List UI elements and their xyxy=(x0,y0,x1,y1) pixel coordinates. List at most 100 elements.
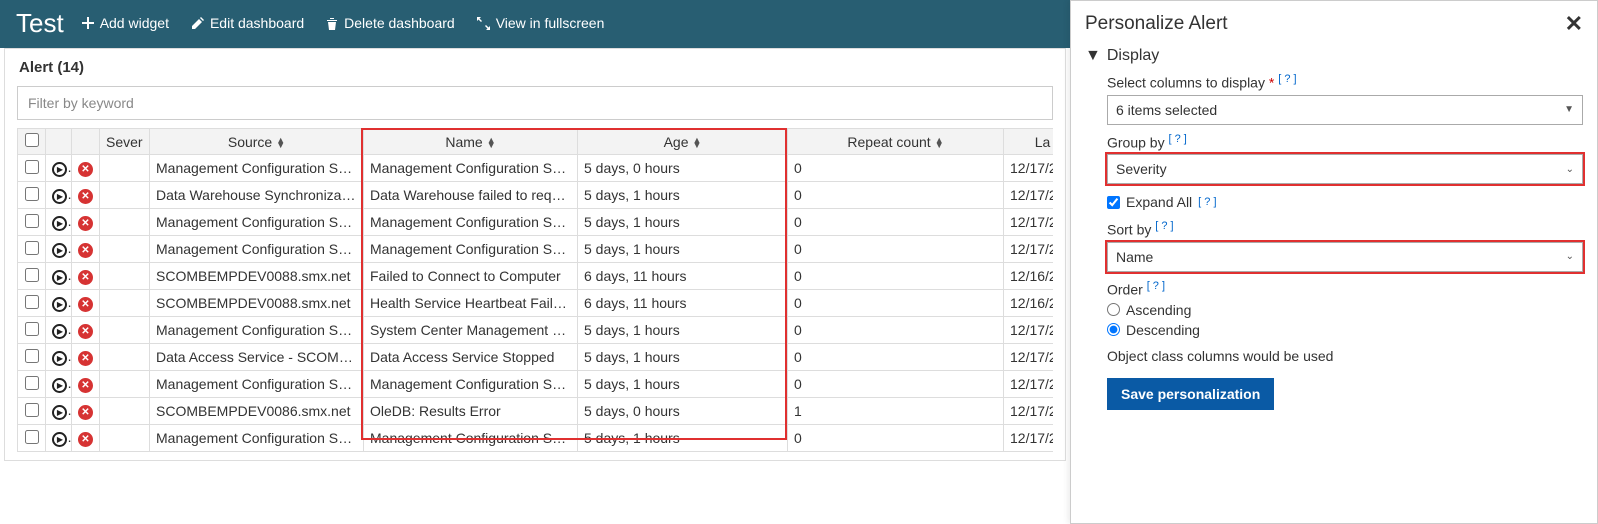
table-row[interactable]: ✕Management Configuration ServiceSystem … xyxy=(18,317,1054,344)
help-icon[interactable]: [ ? ] xyxy=(1168,133,1186,145)
table-row[interactable]: ✕SCOMBEMPDEV0088.smx.netHealth Service H… xyxy=(18,290,1054,317)
row-checkbox[interactable] xyxy=(25,187,39,201)
row-checkbox[interactable] xyxy=(25,160,39,174)
row-expand-cell[interactable] xyxy=(46,371,72,398)
order-desc-radio[interactable] xyxy=(1107,323,1120,336)
sort-icon: ▲▼ xyxy=(935,138,944,148)
row-age: 5 days, 1 hours xyxy=(578,371,788,398)
col-severity[interactable]: Sever xyxy=(100,129,150,155)
row-severity-blank xyxy=(100,209,150,236)
row-checkbox[interactable] xyxy=(25,376,39,390)
table-row[interactable]: ✕SCOMBEMPDEV0088.smx.netFailed to Connec… xyxy=(18,263,1054,290)
col-source[interactable]: Source▲▼ xyxy=(150,129,364,155)
table-row[interactable]: ✕Management Configuration ServiceManagem… xyxy=(18,209,1054,236)
group-by-dropdown[interactable]: Severity ⌄ xyxy=(1107,154,1583,184)
row-severity-cell: ✕ xyxy=(72,155,100,182)
row-severity-cell: ✕ xyxy=(72,263,100,290)
row-checkbox-cell xyxy=(18,182,46,209)
col-repeat[interactable]: Repeat count▲▼ xyxy=(788,129,1004,155)
row-severity-cell: ✕ xyxy=(72,344,100,371)
table-row[interactable]: ✕Management Configuration ServiceManagem… xyxy=(18,425,1054,452)
help-icon[interactable]: [ ? ] xyxy=(1278,73,1296,85)
row-source: Data Warehouse Synchronization Se xyxy=(150,182,364,209)
row-source: Management Configuration Service xyxy=(150,371,364,398)
select-all-checkbox[interactable] xyxy=(25,133,39,147)
row-severity-blank xyxy=(100,182,150,209)
row-name: Data Access Service Stopped xyxy=(364,344,578,371)
edit-dashboard-button[interactable]: Edit dashboard xyxy=(191,15,304,31)
col-age[interactable]: Age▲▼ xyxy=(578,129,788,155)
row-severity-cell: ✕ xyxy=(72,209,100,236)
row-expand-cell[interactable] xyxy=(46,263,72,290)
table-row[interactable]: ✕Data Warehouse Synchronization SeData W… xyxy=(18,182,1054,209)
row-repeat: 0 xyxy=(788,263,1004,290)
row-checkbox[interactable] xyxy=(25,403,39,417)
row-repeat: 0 xyxy=(788,182,1004,209)
row-severity-blank xyxy=(100,263,150,290)
save-personalization-button[interactable]: Save personalization xyxy=(1107,378,1274,410)
row-checkbox[interactable] xyxy=(25,349,39,363)
row-checkbox[interactable] xyxy=(25,322,39,336)
expand-icon xyxy=(52,324,67,339)
delete-dashboard-button[interactable]: Delete dashboard xyxy=(326,15,455,31)
row-expand-cell[interactable] xyxy=(46,344,72,371)
expand-icon xyxy=(52,189,67,204)
row-expand-cell[interactable] xyxy=(46,425,72,452)
row-checkbox[interactable] xyxy=(25,430,39,444)
row-severity-blank xyxy=(100,236,150,263)
table-row[interactable]: ✕Management Configuration ServiceManagem… xyxy=(18,155,1054,182)
display-section-header[interactable]: ▼ Display xyxy=(1085,47,1583,65)
row-repeat: 1 xyxy=(788,398,1004,425)
close-icon[interactable]: ✕ xyxy=(1565,11,1583,37)
filter-input[interactable] xyxy=(17,86,1053,120)
error-icon: ✕ xyxy=(78,405,93,420)
table-row[interactable]: ✕Management Configuration ServiceManagem… xyxy=(18,236,1054,263)
expand-all-label: Expand All xyxy=(1126,194,1192,210)
row-checkbox[interactable] xyxy=(25,268,39,282)
columns-dropdown[interactable]: 6 items selected ▼ xyxy=(1107,95,1583,125)
row-expand-cell[interactable] xyxy=(46,236,72,263)
row-repeat: 0 xyxy=(788,317,1004,344)
sort-by-label: Sort by [ ? ] xyxy=(1107,220,1583,238)
row-last: 12/16/2020 xyxy=(1004,263,1054,290)
row-severity-blank xyxy=(100,155,150,182)
col-last[interactable]: La xyxy=(1004,129,1054,155)
row-source: Management Configuration Service xyxy=(150,155,364,182)
filter-container xyxy=(17,86,1053,120)
expand-all-checkbox[interactable] xyxy=(1107,196,1120,209)
expand-icon xyxy=(52,216,67,231)
row-expand-cell[interactable] xyxy=(46,209,72,236)
row-repeat: 0 xyxy=(788,371,1004,398)
row-expand-cell[interactable] xyxy=(46,317,72,344)
order-asc-radio[interactable] xyxy=(1107,303,1120,316)
personalize-panel: Personalize Alert ✕ ▼ Display Select col… xyxy=(1070,0,1598,524)
row-checkbox[interactable] xyxy=(25,214,39,228)
error-icon: ✕ xyxy=(78,216,93,231)
row-checkbox-cell xyxy=(18,263,46,290)
sort-by-dropdown[interactable]: Name ⌄ xyxy=(1107,242,1583,272)
row-severity-cell: ✕ xyxy=(72,290,100,317)
delete-dashboard-label: Delete dashboard xyxy=(344,15,455,31)
table-row[interactable]: ✕Data Access Service - SCOMBEMPDEData Ac… xyxy=(18,344,1054,371)
row-checkbox[interactable] xyxy=(25,241,39,255)
row-source: Management Configuration Service xyxy=(150,236,364,263)
row-checkbox-cell xyxy=(18,398,46,425)
row-expand-cell[interactable] xyxy=(46,182,72,209)
row-checkbox[interactable] xyxy=(25,295,39,309)
help-icon[interactable]: [ ? ] xyxy=(1147,280,1165,292)
help-icon[interactable]: [ ? ] xyxy=(1198,196,1216,208)
table-row[interactable]: ✕SCOMBEMPDEV0086.smx.netOleDB: Results E… xyxy=(18,398,1054,425)
row-checkbox-cell xyxy=(18,236,46,263)
help-icon[interactable]: [ ? ] xyxy=(1155,220,1173,232)
add-widget-button[interactable]: Add widget xyxy=(82,15,169,31)
fullscreen-button[interactable]: View in fullscreen xyxy=(477,15,605,31)
error-icon: ✕ xyxy=(78,162,93,177)
col-name[interactable]: Name▲▼ xyxy=(364,129,578,155)
row-severity-blank xyxy=(100,344,150,371)
error-icon: ✕ xyxy=(78,432,93,447)
table-row[interactable]: ✕Management Configuration ServiceManagem… xyxy=(18,371,1054,398)
row-expand-cell[interactable] xyxy=(46,398,72,425)
row-expand-cell[interactable] xyxy=(46,155,72,182)
row-expand-cell[interactable] xyxy=(46,290,72,317)
error-icon: ✕ xyxy=(78,297,93,312)
